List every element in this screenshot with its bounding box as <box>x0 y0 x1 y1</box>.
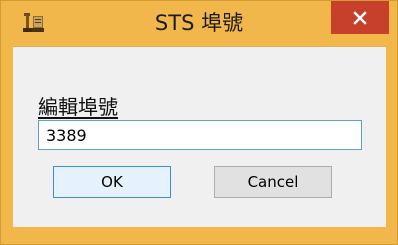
cancel-button[interactable]: Cancel <box>214 166 332 198</box>
close-button[interactable] <box>331 1 389 34</box>
app-icon[interactable] <box>22 12 46 34</box>
dialog-content: 編輯埠號 OK Cancel <box>13 46 386 227</box>
window-title: STS 埠號 <box>154 11 244 35</box>
close-icon <box>353 10 367 25</box>
port-input[interactable] <box>38 120 362 150</box>
edit-port-label: 編輯埠號 <box>38 95 118 119</box>
dialog-window: STS 埠號 編輯埠號 OK Cancel <box>0 0 398 245</box>
title-bar[interactable]: STS 埠號 <box>1 1 397 39</box>
ok-button[interactable]: OK <box>53 166 171 198</box>
